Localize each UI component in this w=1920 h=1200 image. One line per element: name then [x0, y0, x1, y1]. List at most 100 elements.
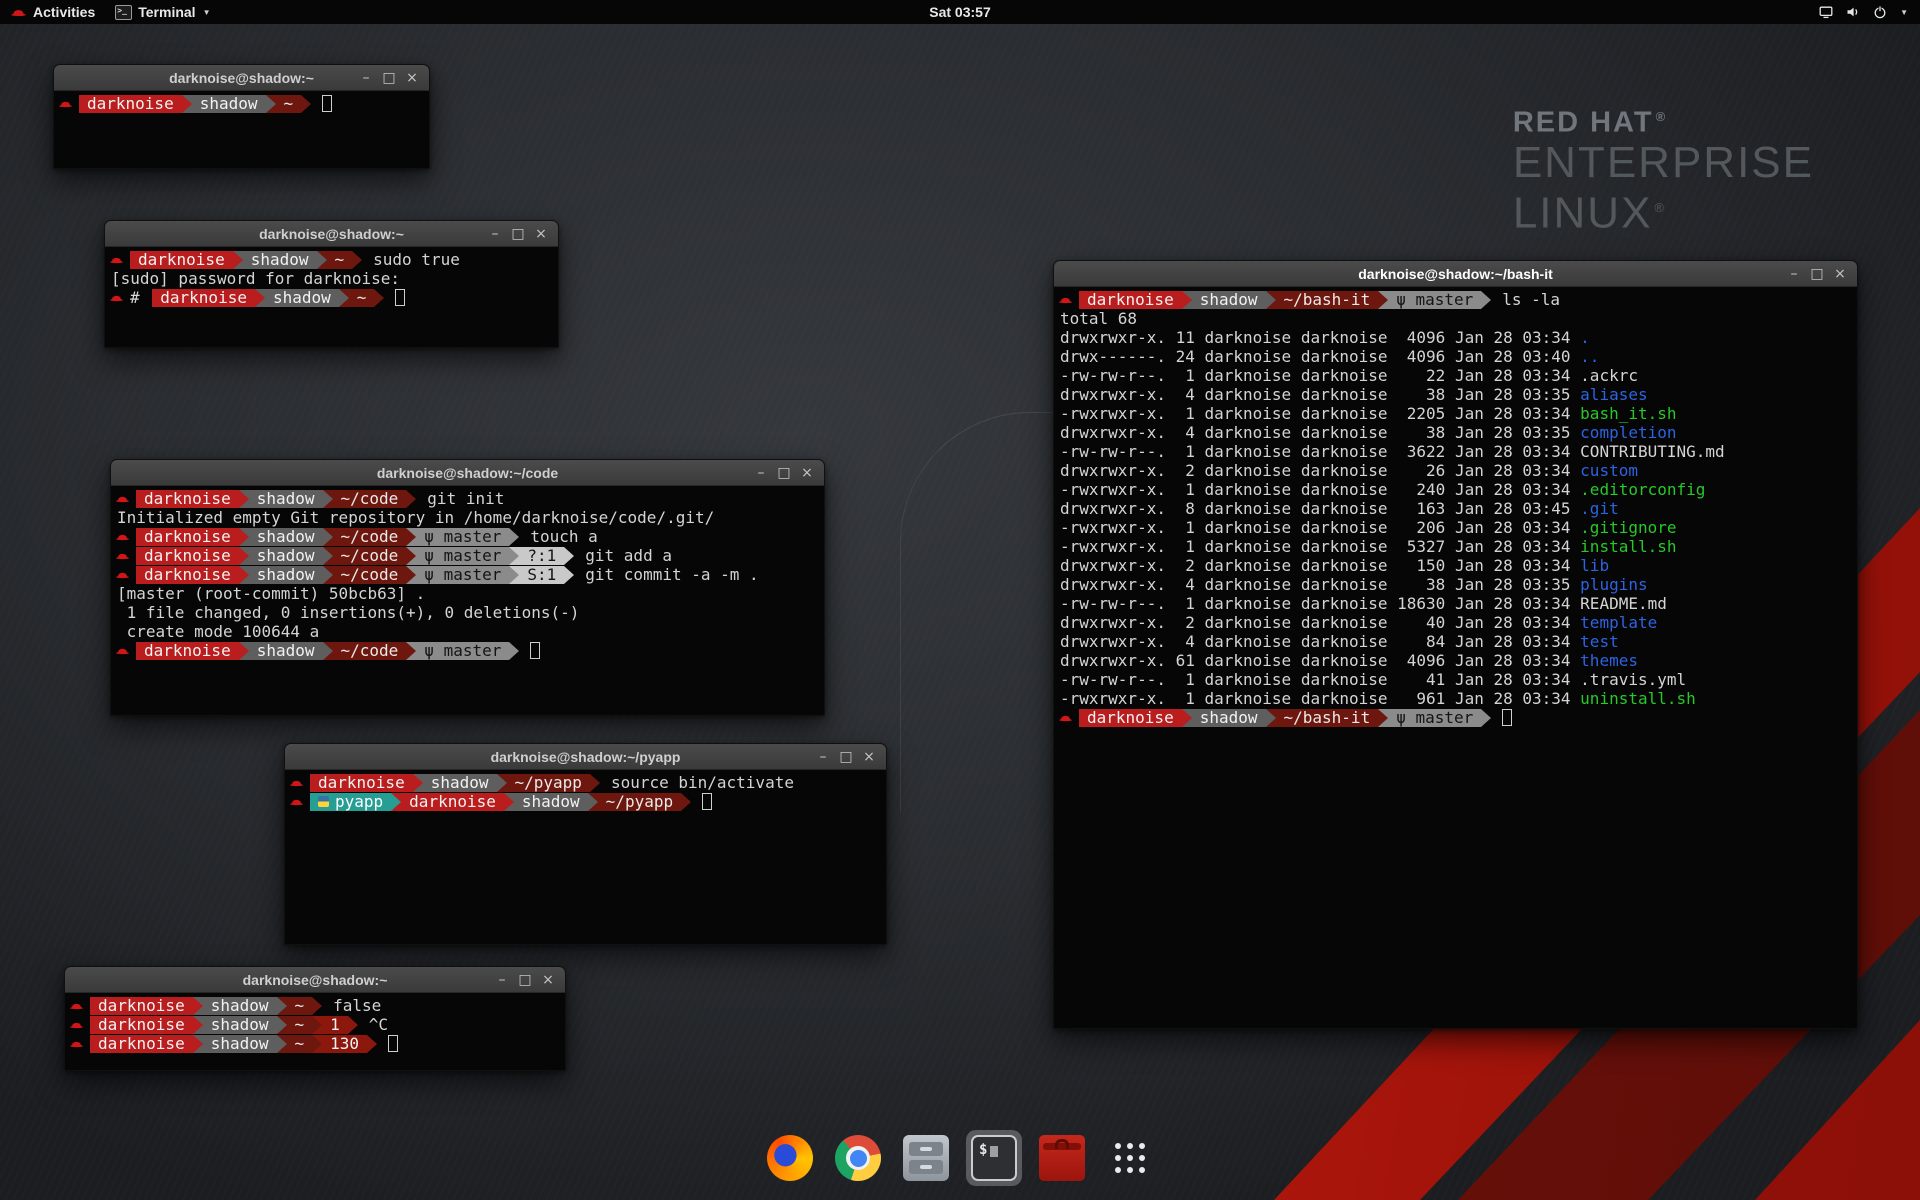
clock[interactable]: Sat 03:57: [929, 0, 990, 24]
system-status-area[interactable]: ▼: [1818, 0, 1920, 24]
close-button[interactable]: ×: [1832, 262, 1848, 286]
powerline-separator-icon: [312, 1035, 322, 1053]
output-text: drwxrwxr-x. 4 darknoise darknoise 38 Jan…: [1060, 385, 1580, 404]
terminal-line: darknoiseshadow~sudo true: [108, 250, 556, 269]
close-button[interactable]: ×: [861, 745, 877, 769]
prompt-segment-host: shadow: [1192, 709, 1266, 727]
terminal-line: darknoiseshadow~/codeψ mastertouch a: [114, 527, 822, 546]
command-text: sudo true: [373, 250, 460, 269]
terminal-line: [master (root-commit) 50bcb63] .: [114, 584, 822, 603]
output-text: Initialized empty Git repository in /hom…: [117, 508, 714, 527]
output-text: drwxrwxr-x. 11 darknoise darknoise 4096 …: [1060, 328, 1580, 347]
close-button[interactable]: ×: [540, 968, 556, 992]
firefox-icon[interactable]: [762, 1130, 818, 1186]
minimize-button[interactable]: –: [494, 968, 510, 992]
powerline-separator-icon: [406, 490, 416, 508]
command-text: false: [333, 996, 381, 1015]
window-titlebar[interactable]: darknoise@shadow:~ – □ ×: [105, 221, 558, 247]
prompt-segment-exit: 1: [322, 1016, 348, 1034]
powerline-separator-icon: [367, 1035, 377, 1053]
maximize-button[interactable]: □: [510, 222, 526, 246]
maximize-button[interactable]: □: [381, 66, 397, 90]
powerline-separator-icon: [255, 289, 265, 307]
powerline-separator-icon: [239, 490, 249, 508]
terminal-line: drwxrwxr-x. 4 darknoise darknoise 38 Jan…: [1057, 423, 1855, 442]
terminal-icon[interactable]: [966, 1130, 1022, 1186]
window-buttons: – □ ×: [358, 66, 429, 90]
prompt-segment-path: ~/code: [333, 566, 407, 584]
app-menu-label: Terminal: [138, 4, 195, 20]
terminal-line: darknoiseshadow~/pyappsource bin/activat…: [288, 773, 884, 792]
terminal-content[interactable]: darknoiseshadow~sudo true[sudo] password…: [105, 247, 558, 347]
terminal-line: drwxrwxr-x. 2 darknoise darknoise 40 Jan…: [1057, 613, 1855, 632]
maximize-button[interactable]: □: [1809, 262, 1825, 286]
maximize-button[interactable]: □: [838, 745, 854, 769]
terminal-content[interactable]: darknoiseshadow~: [54, 91, 429, 168]
window-titlebar[interactable]: darknoise@shadow:~/pyapp – □ ×: [285, 744, 886, 770]
terminal-content[interactable]: darknoiseshadow~falsedarknoiseshadow~1^C…: [65, 993, 565, 1070]
prompt-segment-git: ψ master: [416, 566, 509, 584]
brand-redhat-text: RED HAT®: [1513, 100, 1814, 140]
powerline-separator-icon: [590, 774, 600, 792]
terminal-line: 1 file changed, 0 insertions(+), 0 delet…: [114, 603, 822, 622]
window-titlebar[interactable]: darknoise@shadow:~ – □ ×: [65, 967, 565, 993]
output-text: -rwxrwxr-x. 1 darknoise darknoise 206 Ja…: [1060, 518, 1580, 537]
prompt-segment-user: darknoise: [90, 997, 193, 1015]
output-text: template: [1580, 613, 1657, 632]
output-text: [master (root-commit) 50bcb63] .: [117, 584, 425, 603]
prompt-segment-path: ~/code: [333, 642, 407, 660]
output-text: drwxrwxr-x. 2 darknoise darknoise 40 Jan…: [1060, 613, 1580, 632]
powerline-separator-icon: [564, 566, 574, 584]
minimize-button[interactable]: –: [487, 222, 503, 246]
output-text: .travis.yml: [1580, 670, 1686, 689]
prompt-segment-host: shadow: [203, 1016, 277, 1034]
power-icon: [1872, 4, 1888, 20]
activities-button[interactable]: Activities: [0, 0, 105, 24]
output-text: install.sh: [1580, 537, 1676, 556]
output-text: drwxrwxr-x. 8 darknoise darknoise 163 Ja…: [1060, 499, 1580, 518]
output-text: completion: [1580, 423, 1676, 442]
output-text: create mode 100644 a: [117, 622, 319, 641]
powerline-separator-icon: [1481, 291, 1491, 309]
show-apps-icon[interactable]: [1102, 1130, 1158, 1186]
prompt-segment-host: shadow: [423, 774, 497, 792]
window-titlebar[interactable]: darknoise@shadow:~/bash-it – □ ×: [1054, 261, 1857, 287]
output-text: -rw-rw-r--. 1 darknoise darknoise 3622 J…: [1060, 442, 1580, 461]
terminal-line: -rw-rw-r--. 1 darknoise darknoise 18630 …: [1057, 594, 1855, 613]
terminal-line: -rw-rw-r--. 1 darknoise darknoise 3622 J…: [1057, 442, 1855, 461]
close-button[interactable]: ×: [404, 66, 420, 90]
command-text: git commit -a -m .: [585, 565, 758, 584]
minimize-button[interactable]: –: [1786, 262, 1802, 286]
output-text: .ackrc: [1580, 366, 1638, 385]
powerline-separator-icon: [323, 566, 333, 584]
powerline-separator-icon: [348, 1016, 358, 1034]
app-menu[interactable]: Terminal ▼: [105, 0, 220, 24]
files-icon[interactable]: [898, 1130, 954, 1186]
prompt-segment-user: darknoise: [310, 774, 413, 792]
show-apps-icon-glyph: [1107, 1135, 1153, 1181]
powerline-separator-icon: [588, 793, 598, 811]
powerline-separator-icon: [406, 642, 416, 660]
minimize-button[interactable]: –: [358, 66, 374, 90]
close-button[interactable]: ×: [533, 222, 549, 246]
terminal-content[interactable]: darknoiseshadow~/bash-itψ masterls -lato…: [1054, 287, 1857, 1028]
output-text: -rw-rw-r--. 1 darknoise darknoise 41 Jan…: [1060, 670, 1580, 689]
toolbox-icon[interactable]: [1034, 1130, 1090, 1186]
powerline-separator-icon: [564, 547, 574, 565]
output-text: drwxrwxr-x. 4 darknoise darknoise 84 Jan…: [1060, 632, 1580, 651]
minimize-button[interactable]: –: [815, 745, 831, 769]
terminal-line: darknoiseshadow~: [57, 94, 427, 113]
close-button[interactable]: ×: [799, 461, 815, 485]
chrome-icon[interactable]: [830, 1130, 886, 1186]
maximize-button[interactable]: □: [517, 968, 533, 992]
window-titlebar[interactable]: darknoise@shadow:~ – □ ×: [54, 65, 429, 91]
terminal-content[interactable]: darknoiseshadow~/codegit initInitialized…: [111, 486, 824, 715]
powerline-separator-icon: [509, 547, 519, 565]
prompt-segment-host: shadow: [249, 547, 323, 565]
terminal-content[interactable]: darknoiseshadow~/pyappsource bin/activat…: [285, 770, 886, 944]
window-titlebar[interactable]: darknoise@shadow:~/code – □ ×: [111, 460, 824, 486]
maximize-button[interactable]: □: [776, 461, 792, 485]
powerline-separator-icon: [266, 95, 276, 113]
prompt-segment-path: ~: [287, 1035, 313, 1053]
minimize-button[interactable]: –: [753, 461, 769, 485]
